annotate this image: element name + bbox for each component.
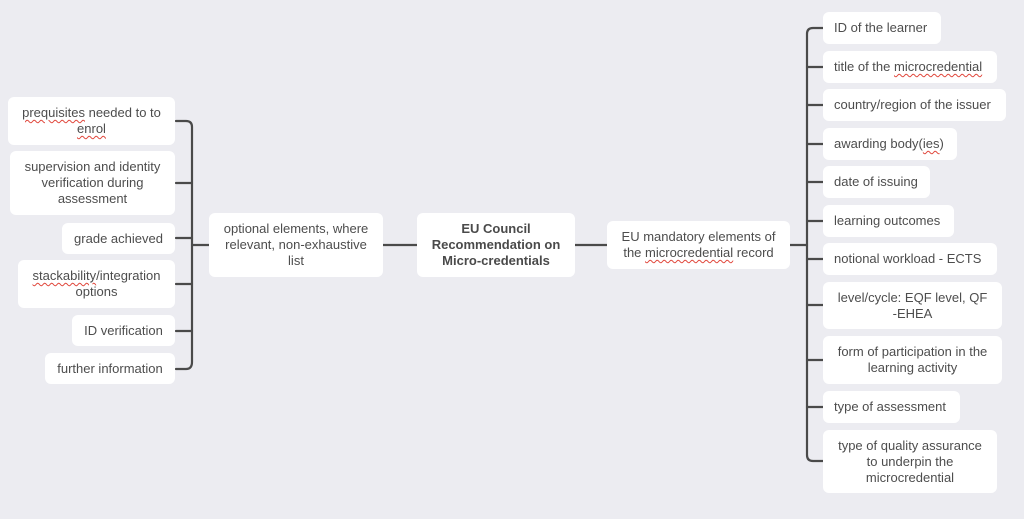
node-label: further information xyxy=(57,360,163,376)
label-text-flagged: ies xyxy=(922,136,940,151)
mandatory-node-form-participation[interactable]: form of participation in the learning ac… xyxy=(823,336,1002,384)
mandatory-node-title[interactable]: title of the microcredential xyxy=(823,51,997,83)
label-text-flagged: prequisites xyxy=(22,105,85,120)
optional-node-further-information[interactable]: further information xyxy=(45,353,175,384)
label-text: record xyxy=(733,245,774,260)
label-text: ) xyxy=(939,136,944,151)
mandatory-elements-label: EU mandatory elements of the microcreden… xyxy=(617,229,780,261)
optional-node-id-verification[interactable]: ID verification xyxy=(72,315,175,346)
mandatory-node-workload[interactable]: notional workload - ECTS xyxy=(823,243,997,275)
node-label: supervision and identity verification du… xyxy=(24,159,161,206)
node-label: grade achieved xyxy=(74,230,163,246)
node-label: awarding body(ies) xyxy=(834,136,944,152)
mandatory-node-quality-assurance[interactable]: type of quality assurance to underpin th… xyxy=(823,430,997,493)
node-label: title of the microcredential xyxy=(834,59,982,75)
mandatory-node-awarding-body[interactable]: awarding body(ies) xyxy=(823,128,957,160)
node-label: form of participation in the learning ac… xyxy=(837,344,988,375)
connector-right-bracket xyxy=(805,26,825,463)
central-node[interactable]: EU Council Recommendation on Micro-crede… xyxy=(417,213,575,277)
node-label: date of issuing xyxy=(834,174,918,189)
optional-node-grade[interactable]: grade achieved xyxy=(62,223,175,254)
central-node-line-2: Recommendation on xyxy=(431,237,561,252)
mandatory-node-date[interactable]: date of issuing xyxy=(823,166,930,198)
label-text-flagged: microcredential xyxy=(893,59,983,74)
optional-elements-node[interactable]: optional elements, where relevant, non-e… xyxy=(209,213,383,277)
label-text-flagged: enrol xyxy=(77,121,106,136)
mandatory-node-level-cycle[interactable]: level/cycle: EQF level, QF -EHEA xyxy=(823,282,1002,329)
node-label: ID of the learner xyxy=(834,20,928,35)
mandatory-node-learning-outcomes[interactable]: learning outcomes xyxy=(823,205,954,237)
node-label: level/cycle: EQF level, QF -EHEA xyxy=(837,289,988,321)
label-text: needed to to xyxy=(84,105,161,120)
optional-node-prerequisites[interactable]: prequisites needed to to enrol xyxy=(8,97,175,145)
node-label: learning outcomes xyxy=(834,213,941,228)
label-text-flagged: microcredential xyxy=(645,245,734,260)
node-label: stackability/integration options xyxy=(28,268,165,300)
optional-node-supervision[interactable]: supervision and identity verification du… xyxy=(10,151,175,215)
label-text-flagged: stackability xyxy=(32,268,97,283)
optional-node-stackability[interactable]: stackability/integration options xyxy=(18,260,175,308)
node-label: country/region of the issuer xyxy=(834,97,991,112)
mandatory-node-id-learner[interactable]: ID of the learner xyxy=(823,12,941,44)
central-node-line-1: EU Council xyxy=(461,221,531,236)
node-label: notional workload - ECTS xyxy=(834,251,982,266)
mandatory-node-country[interactable]: country/region of the issuer xyxy=(823,89,1006,121)
optional-elements-label: optional elements, where relevant, non-e… xyxy=(223,221,369,268)
node-label: prequisites needed to to enrol xyxy=(20,105,163,137)
node-label: type of assessment xyxy=(834,399,946,414)
central-node-line-3: Micro-credentials xyxy=(442,253,550,268)
label-text: awarding body( xyxy=(834,136,923,151)
mandatory-node-assessment[interactable]: type of assessment xyxy=(823,391,960,423)
mandatory-elements-node[interactable]: EU mandatory elements of the microcreden… xyxy=(607,221,790,269)
label-text: title of the xyxy=(834,59,894,74)
node-label: type of quality assurance to underpin th… xyxy=(838,437,982,485)
node-label: ID verification xyxy=(84,322,163,338)
